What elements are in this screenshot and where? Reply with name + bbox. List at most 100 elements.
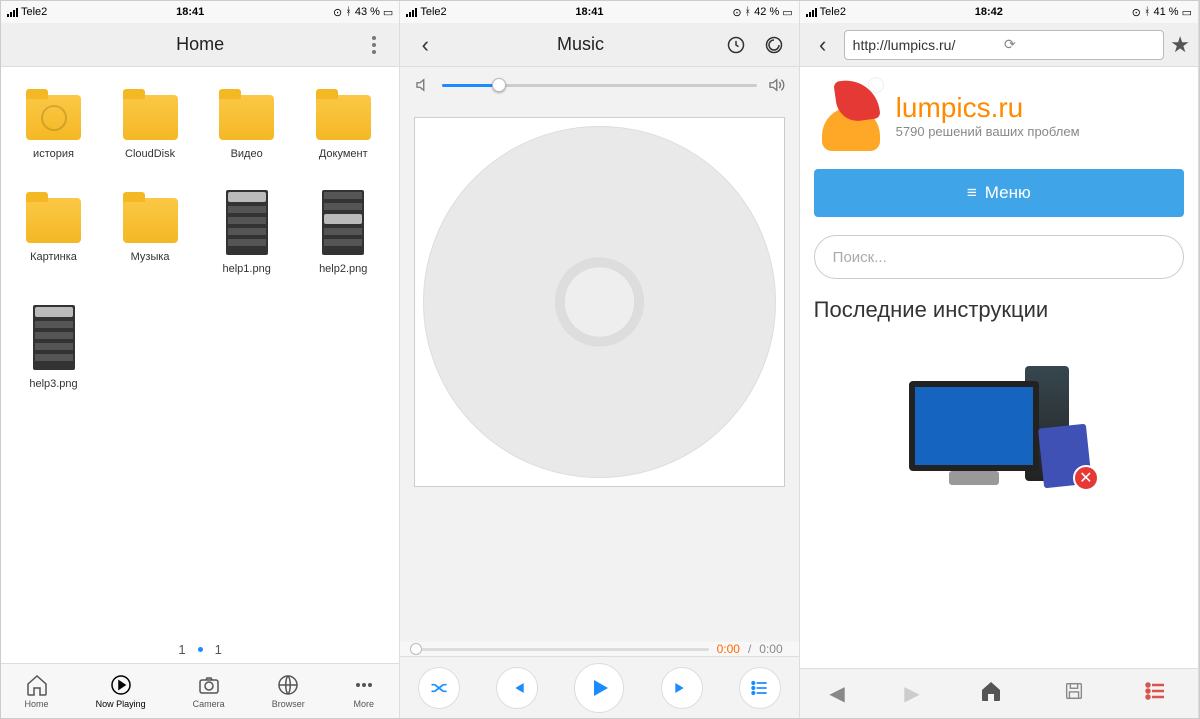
- web-page-content: lumpics.ru 5790 решений ваших проблем ≡ …: [800, 67, 1198, 668]
- nav-header: Home: [1, 23, 399, 67]
- battery-icon: ▭: [383, 6, 393, 19]
- carrier-label: Tele2: [820, 6, 846, 18]
- floppy-icon: [1063, 680, 1085, 702]
- list-icon: [1144, 679, 1168, 703]
- tab-now-playing[interactable]: Now Playing: [96, 673, 146, 709]
- back-button[interactable]: ‹: [410, 30, 440, 60]
- battery-label: 43 %: [355, 6, 380, 18]
- bluetooth-icon: ᚼ: [745, 6, 752, 18]
- list-icon: [750, 678, 770, 698]
- pager-total: 1: [215, 642, 222, 657]
- play-button[interactable]: [574, 663, 624, 713]
- page-title: Music: [440, 34, 720, 55]
- chevron-left-icon: ‹: [422, 32, 429, 58]
- volume-high-icon: [767, 76, 785, 94]
- carrier-label: Tele2: [420, 6, 446, 18]
- folder-video[interactable]: Видео: [204, 87, 289, 160]
- alarm-icon: ⊙: [333, 6, 342, 19]
- save-button[interactable]: [1063, 680, 1085, 707]
- disc-icon: [423, 126, 775, 478]
- item-label: help1.png: [222, 263, 270, 275]
- pager-current: 1: [178, 642, 185, 657]
- menu-button[interactable]: ≡ Меню: [814, 169, 1184, 217]
- shuffle-icon: [429, 678, 449, 698]
- nav-header: ‹ Music: [400, 23, 798, 67]
- browser-screen: Tele2 18:42 ⊙ ᚼ 41 % ▭ ‹ http://lumpics.…: [800, 1, 1199, 718]
- history-button[interactable]: [721, 30, 751, 60]
- tab-browser[interactable]: Browser: [272, 673, 305, 709]
- skip-forward-icon: [672, 678, 692, 698]
- more-options-button[interactable]: [359, 30, 389, 60]
- tab-home[interactable]: Home: [25, 673, 49, 709]
- skip-back-icon: [507, 678, 527, 698]
- hamburger-icon: ≡: [967, 183, 977, 203]
- site-logo-icon: [814, 79, 886, 151]
- tab-camera[interactable]: Camera: [193, 673, 225, 709]
- item-label: help2.png: [319, 263, 367, 275]
- item-label: Музыка: [131, 251, 170, 263]
- folder-icon: [316, 95, 371, 140]
- home-icon: [25, 673, 49, 697]
- alarm-icon: ⊙: [1132, 6, 1141, 19]
- nav-forward-button[interactable]: ▶: [904, 681, 919, 706]
- playlist-button[interactable]: [739, 667, 781, 709]
- image-thumbnail-icon: [226, 190, 268, 255]
- kebab-icon: [372, 36, 376, 54]
- file-help3[interactable]: help3.png: [11, 305, 96, 390]
- folder-picture[interactable]: Картинка: [11, 190, 96, 275]
- item-label: help3.png: [29, 378, 77, 390]
- item-label: Видео: [231, 148, 263, 160]
- folder-document[interactable]: Документ: [301, 87, 386, 160]
- article-illustration[interactable]: ✕: [899, 341, 1099, 491]
- refresh-icon: [764, 35, 784, 55]
- clock-label: 18:41: [575, 6, 603, 18]
- seek-slider[interactable]: [416, 648, 708, 651]
- time-separator: /: [748, 642, 751, 656]
- slider-thumb-icon: [410, 643, 422, 655]
- carrier-label: Tele2: [21, 6, 47, 18]
- pager-dot-icon: [198, 647, 203, 652]
- tab-more[interactable]: More: [352, 673, 376, 709]
- back-button[interactable]: ‹: [808, 30, 838, 60]
- folder-icon: [219, 95, 274, 140]
- folder-clouddisk[interactable]: CloudDisk: [108, 87, 193, 160]
- file-help2[interactable]: help2.png: [301, 190, 386, 275]
- item-label: Документ: [319, 148, 368, 160]
- folder-icon: [26, 198, 81, 243]
- previous-button[interactable]: [496, 667, 538, 709]
- slider-thumb-icon: [492, 78, 506, 92]
- bookmark-button[interactable]: ★: [1170, 32, 1190, 58]
- menu-label: Меню: [985, 183, 1031, 203]
- status-bar: Tele2 18:41 ⊙ ᚼ 43 % ▭: [1, 1, 399, 23]
- folder-history[interactable]: история: [11, 87, 96, 160]
- battery-icon: ▭: [782, 6, 792, 19]
- battery-icon: ▭: [1182, 6, 1192, 19]
- next-button[interactable]: [661, 667, 703, 709]
- time-total: 0:00: [759, 642, 782, 656]
- battery-label: 42 %: [754, 6, 779, 18]
- site-search-input[interactable]: Поиск...: [814, 235, 1184, 279]
- site-header: lumpics.ru 5790 решений ваших проблем: [814, 79, 1184, 151]
- volume-slider[interactable]: [442, 84, 756, 87]
- chevron-left-icon: ‹: [819, 32, 826, 58]
- tab-label: Camera: [193, 699, 225, 709]
- playback-controls: [400, 656, 798, 718]
- tabs-list-button[interactable]: [1144, 679, 1168, 708]
- volume-row: [400, 67, 798, 103]
- bluetooth-icon: ᚼ: [1144, 6, 1151, 18]
- file-help1[interactable]: help1.png: [204, 190, 289, 275]
- tab-label: Now Playing: [96, 699, 146, 709]
- shuffle-button[interactable]: [418, 667, 460, 709]
- nav-home-button[interactable]: [979, 679, 1003, 708]
- folder-icon: [123, 95, 178, 140]
- globe-icon: [276, 673, 300, 697]
- folder-music[interactable]: Музыка: [108, 190, 193, 275]
- reload-icon[interactable]: ⟳: [1004, 36, 1155, 53]
- folder-icon: [26, 95, 81, 140]
- play-icon: [587, 676, 611, 700]
- tab-label: More: [354, 699, 375, 709]
- refresh-button[interactable]: [759, 30, 789, 60]
- address-input[interactable]: http://lumpics.ru/ ⟳: [844, 30, 1165, 60]
- file-grid: история CloudDisk Видео Документ Картинк…: [11, 87, 389, 390]
- nav-back-button[interactable]: ◀: [829, 681, 844, 706]
